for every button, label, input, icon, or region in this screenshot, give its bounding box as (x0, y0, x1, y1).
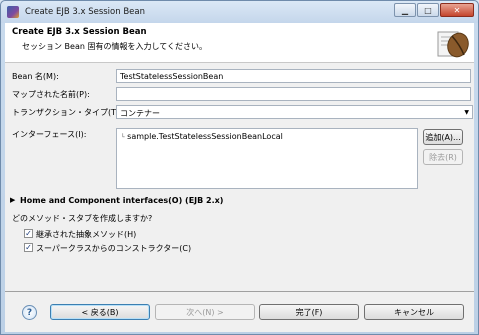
interface-name: sample.TestStatelessSessionBeanLocal (127, 132, 283, 141)
interface-icon: └ (121, 134, 125, 141)
maximize-button[interactable]: □ (417, 3, 439, 17)
wizard-banner: Create EJB 3.x Session Bean セッション Bean 固… (5, 23, 474, 63)
next-button[interactable]: 次へ(N) > (155, 304, 255, 320)
dialog-window: Create EJB 3.x Session Bean ▁ □ ✕ Create… (0, 0, 479, 335)
constructors-checkbox[interactable]: ✓ (24, 243, 33, 252)
minimize-button[interactable]: ▁ (394, 3, 416, 17)
inherited-methods-label[interactable]: 継承された抽象メソッド(H) (36, 229, 136, 240)
interfaces-label: インターフェース(I): (12, 130, 87, 139)
add-button[interactable]: 追加(A)... (423, 129, 463, 145)
bean-name-label: Bean 名(M): (12, 72, 59, 81)
expand-arrow-icon[interactable]: ▶ (10, 196, 15, 204)
stubs-question: どのメソッド・スタブを作成しますか? (12, 214, 153, 223)
wizard-content: Bean 名(M): TestStatelessSessionBean マップさ… (5, 63, 474, 291)
button-bar: ? < 戻る(B) 次へ(N) > 完了(F) キャンセル (5, 292, 474, 332)
back-button[interactable]: < 戻る(B) (50, 304, 150, 320)
transaction-type-select[interactable]: コンテナー ▼ (116, 105, 473, 119)
window-controls: ▁ □ ✕ (394, 3, 474, 17)
close-button[interactable]: ✕ (440, 3, 474, 17)
mapped-name-input[interactable] (116, 87, 471, 101)
home-interfaces-section[interactable]: Home and Component interfaces(O) (EJB 2.… (20, 196, 223, 205)
transaction-type-label: トランザクション・タイプ(T): (12, 108, 122, 117)
interfaces-list[interactable]: └ sample.TestStatelessSessionBeanLocal (116, 128, 418, 189)
cancel-button[interactable]: キャンセル (364, 304, 464, 320)
chevron-down-icon: ▼ (464, 109, 469, 116)
remove-button[interactable]: 除去(R) (423, 149, 463, 165)
app-icon (7, 6, 19, 18)
banner-title: Create EJB 3.x Session Bean (12, 27, 147, 37)
list-item[interactable]: └ sample.TestStatelessSessionBeanLocal (121, 132, 283, 141)
banner-description: セッション Bean 固有の情報を入力してください。 (22, 42, 207, 51)
bean-name-input[interactable]: TestStatelessSessionBean (116, 69, 471, 83)
mapped-name-label: マップされた名前(P): (12, 90, 90, 99)
ejb-bean-icon (437, 31, 469, 58)
window-title: Create EJB 3.x Session Bean (25, 7, 145, 17)
inherited-methods-checkbox[interactable]: ✓ (24, 229, 33, 238)
finish-button[interactable]: 完了(F) (259, 304, 359, 320)
constructors-label[interactable]: スーパークラスからのコンストラクター(C) (36, 243, 191, 254)
title-bar[interactable]: Create EJB 3.x Session Bean ▁ □ ✕ (1, 1, 478, 23)
transaction-type-value: コンテナー (120, 109, 160, 118)
help-icon[interactable]: ? (22, 305, 37, 320)
